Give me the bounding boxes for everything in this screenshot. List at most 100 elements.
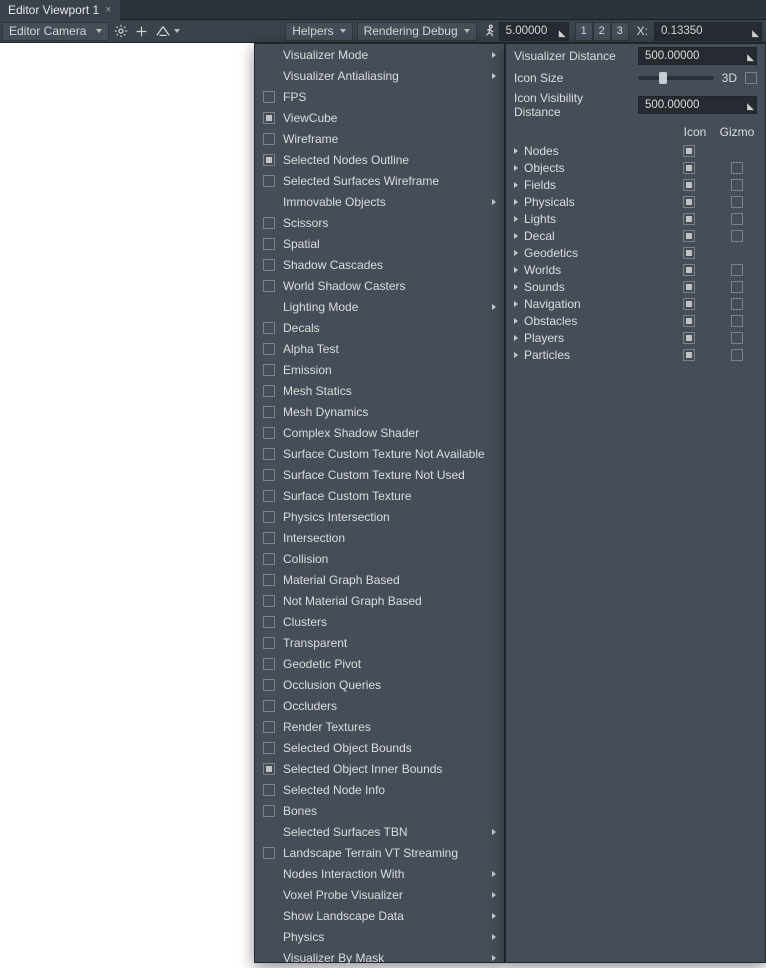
icon-checkbox[interactable] (683, 162, 695, 174)
tree-row[interactable]: Nodes (506, 142, 765, 159)
icon-checkbox[interactable] (683, 332, 695, 344)
gear-icon[interactable] (111, 22, 131, 41)
gizmo-icon[interactable] (151, 22, 183, 41)
visualizer-distance-input[interactable]: 500.00000 ◣ (638, 47, 757, 65)
gizmo-checkbox[interactable] (731, 264, 743, 276)
menu-item[interactable]: Physics (255, 926, 504, 947)
icon-checkbox[interactable] (683, 264, 695, 276)
checkbox[interactable] (263, 448, 275, 460)
icon-checkbox[interactable] (683, 213, 695, 225)
checkbox[interactable] (263, 574, 275, 586)
menu-item[interactable]: Decals (255, 317, 504, 338)
icon-checkbox[interactable] (683, 196, 695, 208)
tree-row[interactable]: Players (506, 329, 765, 346)
tree-row[interactable]: Physicals (506, 193, 765, 210)
menu-item[interactable]: Scissors (255, 212, 504, 233)
menu-item[interactable]: Landscape Terrain VT Streaming (255, 842, 504, 863)
expand-caret-icon[interactable] (514, 148, 518, 154)
icon-checkbox[interactable] (683, 298, 695, 310)
menu-item[interactable]: Mesh Statics (255, 380, 504, 401)
checkbox[interactable] (263, 616, 275, 628)
plus-icon[interactable] (131, 22, 151, 41)
checkbox[interactable] (263, 154, 275, 166)
checkbox[interactable] (263, 595, 275, 607)
expand-caret-icon[interactable] (514, 284, 518, 290)
tree-row[interactable]: Lights (506, 210, 765, 227)
menu-item[interactable]: World Shadow Casters (255, 275, 504, 296)
expand-caret-icon[interactable] (514, 267, 518, 273)
expand-caret-icon[interactable] (514, 352, 518, 358)
gizmo-checkbox[interactable] (731, 179, 743, 191)
menu-item[interactable]: Material Graph Based (255, 569, 504, 590)
menu-item[interactable]: Alpha Test (255, 338, 504, 359)
menu-item[interactable]: Emission (255, 359, 504, 380)
view-2-button[interactable]: 2 (593, 22, 611, 41)
checkbox[interactable] (263, 742, 275, 754)
menu-item[interactable]: Wireframe (255, 128, 504, 149)
menu-item[interactable]: Occluders (255, 695, 504, 716)
speed-input[interactable]: 5.00000 ◣ (499, 22, 569, 41)
menu-item[interactable]: Surface Custom Texture Not Used (255, 464, 504, 485)
view-3-button[interactable]: 3 (611, 22, 629, 41)
checkbox[interactable] (263, 322, 275, 334)
gizmo-checkbox[interactable] (731, 332, 743, 344)
icon-checkbox[interactable] (683, 230, 695, 242)
menu-item[interactable]: Visualizer Antialiasing (255, 65, 504, 86)
checkbox[interactable] (263, 133, 275, 145)
checkbox[interactable] (263, 511, 275, 523)
menu-item[interactable]: Collision (255, 548, 504, 569)
checkbox[interactable] (263, 238, 275, 250)
expand-caret-icon[interactable] (514, 301, 518, 307)
checkbox[interactable] (263, 406, 275, 418)
camera-dropdown[interactable]: Editor Camera (2, 22, 109, 41)
menu-item[interactable]: Voxel Probe Visualizer (255, 884, 504, 905)
checkbox[interactable] (263, 364, 275, 376)
expand-caret-icon[interactable] (514, 318, 518, 324)
menu-item[interactable]: Nodes Interaction With (255, 863, 504, 884)
checkbox[interactable] (263, 427, 275, 439)
icon-checkbox[interactable] (683, 247, 695, 259)
menu-item[interactable]: ViewCube (255, 107, 504, 128)
menu-item[interactable]: Selected Surfaces Wireframe (255, 170, 504, 191)
checkbox[interactable] (263, 847, 275, 859)
menu-item[interactable]: Show Landscape Data (255, 905, 504, 926)
menu-item[interactable]: Selected Object Bounds (255, 737, 504, 758)
gizmo-checkbox[interactable] (731, 213, 743, 225)
checkbox[interactable] (263, 805, 275, 817)
menu-item[interactable]: Visualizer By Mask (255, 947, 504, 968)
gizmo-checkbox[interactable] (731, 162, 743, 174)
expand-caret-icon[interactable] (514, 250, 518, 256)
view-1-button[interactable]: 1 (575, 22, 593, 41)
three-d-checkbox[interactable] (745, 72, 757, 84)
menu-item[interactable]: Geodetic Pivot (255, 653, 504, 674)
checkbox[interactable] (263, 553, 275, 565)
menu-item[interactable]: Physics Intersection (255, 506, 504, 527)
checkbox[interactable] (263, 532, 275, 544)
gizmo-checkbox[interactable] (731, 349, 743, 361)
menu-item[interactable]: Intersection (255, 527, 504, 548)
gizmo-checkbox[interactable] (731, 230, 743, 242)
checkbox[interactable] (263, 385, 275, 397)
checkbox[interactable] (263, 700, 275, 712)
tree-row[interactable]: Worlds (506, 261, 765, 278)
menu-item[interactable]: Spatial (255, 233, 504, 254)
checkbox[interactable] (263, 490, 275, 502)
checkbox[interactable] (263, 721, 275, 733)
expand-caret-icon[interactable] (514, 165, 518, 171)
menu-item[interactable]: Selected Node Info (255, 779, 504, 800)
gizmo-checkbox[interactable] (731, 196, 743, 208)
tree-row[interactable]: Objects (506, 159, 765, 176)
icon-checkbox[interactable] (683, 145, 695, 157)
checkbox[interactable] (263, 175, 275, 187)
checkbox[interactable] (263, 763, 275, 775)
gizmo-checkbox[interactable] (731, 281, 743, 293)
viewport-canvas[interactable] (0, 43, 254, 963)
menu-item[interactable]: Lighting Mode (255, 296, 504, 317)
tree-row[interactable]: Sounds (506, 278, 765, 295)
checkbox[interactable] (263, 112, 275, 124)
checkbox[interactable] (263, 91, 275, 103)
checkbox[interactable] (263, 784, 275, 796)
expand-caret-icon[interactable] (514, 233, 518, 239)
menu-item[interactable]: Render Textures (255, 716, 504, 737)
icon-size-slider[interactable] (638, 76, 714, 80)
